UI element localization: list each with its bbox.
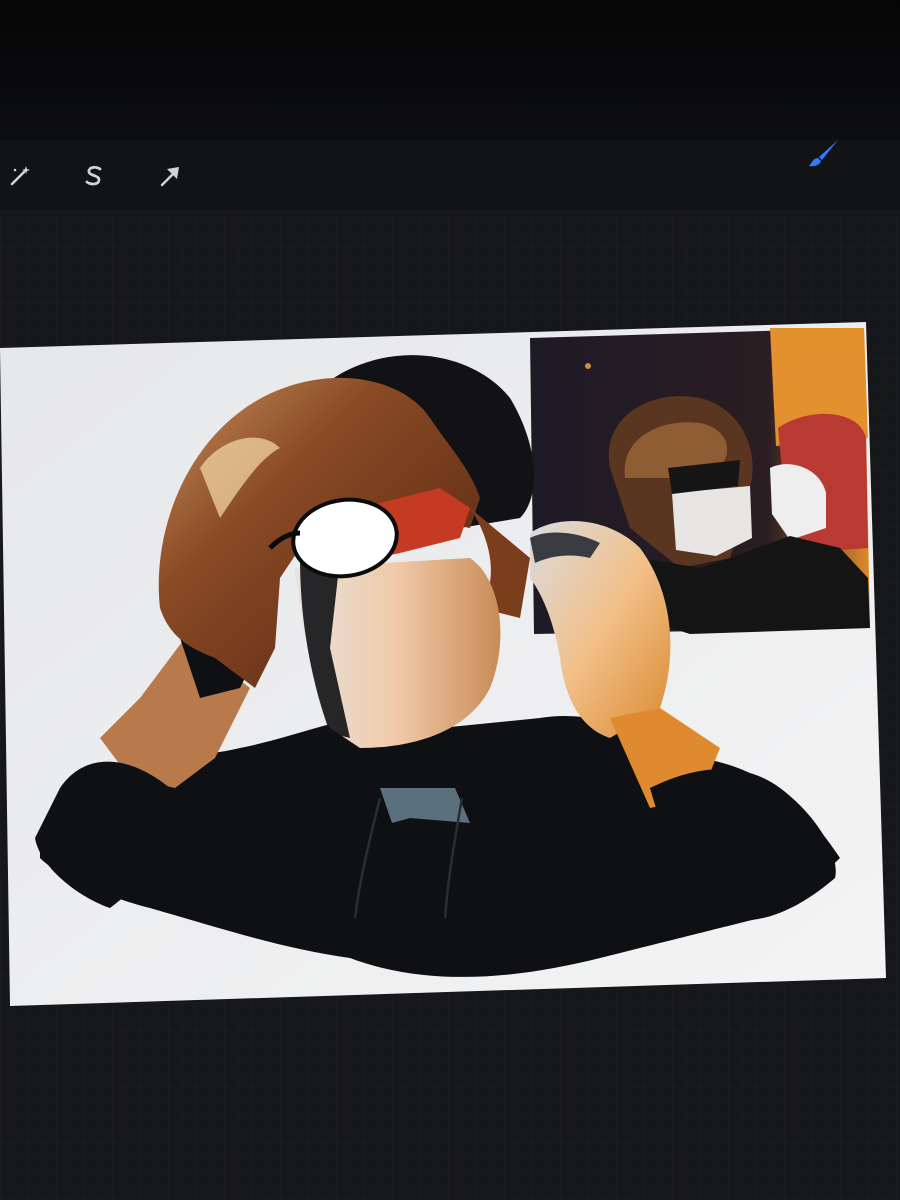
- painting-canvas[interactable]: [0, 318, 900, 1018]
- arrow-cursor-icon: [160, 167, 179, 187]
- selection-s-icon: [85, 165, 102, 186]
- selection-button[interactable]: [78, 160, 110, 192]
- toolbar: [0, 140, 900, 210]
- brush-button[interactable]: [804, 136, 838, 168]
- shirt-collar: [380, 788, 470, 823]
- adjustments-button[interactable]: [4, 160, 36, 192]
- device-screen: [0, 0, 900, 1200]
- brush-icon: [809, 140, 838, 167]
- artboard[interactable]: [0, 318, 900, 1018]
- magic-wand-icon: [10, 166, 30, 186]
- transform-button[interactable]: [154, 160, 186, 192]
- top-bezel: [0, 0, 900, 140]
